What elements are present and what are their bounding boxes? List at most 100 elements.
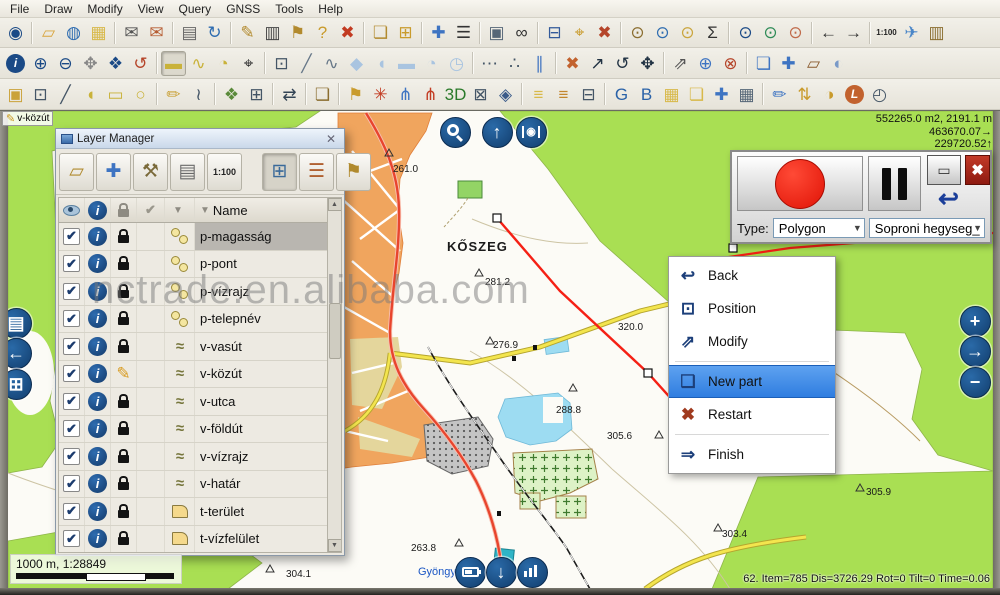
pan-right-button[interactable]: →: [960, 336, 991, 367]
name-column-header[interactable]: ▼Name: [195, 198, 327, 222]
pan-hand-icon[interactable]: ✥: [78, 51, 103, 76]
layer-row[interactable]: ✔≈v-vízrajz: [59, 443, 327, 471]
spline-edit-icon[interactable]: ≀: [186, 82, 211, 107]
active-layer-chip[interactable]: ✎ v-közút: [2, 111, 53, 126]
layer-name[interactable]: v-földút: [195, 416, 327, 443]
map-book-icon[interactable]: ▥: [924, 20, 949, 45]
view-back-icon[interactable]: ←: [816, 20, 841, 45]
layer-manager-titlebar[interactable]: Layer Manager ✕: [56, 129, 344, 149]
mail-send-icon[interactable]: ✉: [119, 20, 144, 45]
legend-button[interactable]: ☰: [299, 153, 334, 191]
info-column-header[interactable]: [85, 198, 111, 222]
measure-path-icon[interactable]: ∿: [186, 51, 211, 76]
snap-burst-icon[interactable]: ✳: [368, 82, 393, 107]
visibility-checkbox[interactable]: ✔: [59, 223, 85, 250]
close-button[interactable]: ✖: [965, 155, 990, 185]
symbol-column-header[interactable]: ▼: [165, 198, 195, 222]
select-circle-icon[interactable]: ○: [128, 82, 153, 107]
layer-row[interactable]: ✔✎≈v-közút: [59, 361, 327, 389]
query-zoom-icon[interactable]: ⊙: [675, 20, 700, 45]
lock-cell[interactable]: [111, 333, 137, 360]
context-item-modify[interactable]: ⇗Modify: [669, 325, 835, 358]
copy-window-icon[interactable]: ❏: [310, 82, 335, 107]
lock-cell[interactable]: [111, 306, 137, 333]
menu-file[interactable]: File: [4, 1, 38, 17]
measure-area-icon[interactable]: ◔: [211, 51, 236, 76]
type-dropdown[interactable]: Polygon ▼: [773, 218, 865, 238]
layer-name[interactable]: p-magasság: [195, 223, 327, 250]
delete-icon[interactable]: ✖: [592, 20, 617, 45]
edit-column-header[interactable]: ✔: [137, 198, 165, 222]
layer-info-button[interactable]: [85, 278, 111, 305]
mail-receive-icon[interactable]: ✉: [144, 20, 169, 45]
vertex-insert-icon[interactable]: ∴: [502, 51, 527, 76]
select-node-icon[interactable]: ⊡: [28, 82, 53, 107]
layer-info-button[interactable]: [85, 416, 111, 443]
info-icon[interactable]: i: [6, 54, 25, 73]
layer-settings-button[interactable]: ⚒: [133, 153, 168, 191]
draw-rect-icon[interactable]: ▬: [394, 51, 419, 76]
menu-tools[interactable]: Tools: [269, 1, 312, 17]
visibility-checkbox[interactable]: ✔: [59, 388, 85, 415]
pan-down-button[interactable]: ↓: [486, 557, 517, 588]
zoom-out-tool-icon[interactable]: ⊖: [53, 51, 78, 76]
power-icon[interactable]: ◉: [3, 20, 28, 45]
sync-icon[interactable]: ↻: [202, 20, 227, 45]
layer-name[interactable]: p-telepnév: [195, 306, 327, 333]
rotate-view-icon[interactable]: ↺: [128, 51, 153, 76]
device-sync-button[interactable]: ▤: [170, 153, 205, 191]
layer-name[interactable]: v-utca: [195, 388, 327, 415]
layer-row[interactable]: ✔≈v-földút: [59, 416, 327, 444]
visibility-column-header[interactable]: [59, 198, 85, 222]
visibility-checkbox[interactable]: ✔: [59, 333, 85, 360]
view-forward-icon[interactable]: →: [841, 20, 866, 45]
scroll-thumb[interactable]: [329, 303, 341, 359]
stamp-copy-icon[interactable]: ▣: [3, 82, 28, 107]
draw-arc-icon[interactable]: ◷: [444, 51, 469, 76]
lock-cell[interactable]: [111, 278, 137, 305]
layer-add-icon[interactable]: ✚: [709, 82, 734, 107]
context-item-new-part[interactable]: ❏New part: [669, 365, 835, 398]
lock-cell[interactable]: [111, 471, 137, 498]
add-sheets-icon[interactable]: ✚: [426, 20, 451, 45]
new-part-tool-icon[interactable]: ❏: [751, 51, 776, 76]
layer-scale-button[interactable]: 1:100: [207, 153, 242, 191]
lock-cell[interactable]: [111, 251, 137, 278]
layer-info-button[interactable]: [85, 251, 111, 278]
layer-info-button[interactable]: [85, 471, 111, 498]
context-item-finish[interactable]: ⇒Finish: [669, 438, 835, 471]
scale-preset-icon[interactable]: 1:100: [874, 20, 899, 45]
layer-name[interactable]: v-közút: [195, 361, 327, 388]
select-rect-icon[interactable]: ▭: [103, 82, 128, 107]
open-shape-icon[interactable]: ↗: [585, 51, 610, 76]
view-3d-icon[interactable]: 3D: [443, 82, 468, 107]
zoom-shape-icon[interactable]: ⊙: [783, 20, 808, 45]
layer-rotate-icon[interactable]: ≡: [551, 82, 576, 107]
zoom-tool-button[interactable]: [440, 117, 471, 148]
edit-form-icon[interactable]: ✎: [235, 20, 260, 45]
layer-info-button[interactable]: [85, 333, 111, 360]
layer-transfer-icon[interactable]: ⇅: [792, 82, 817, 107]
fold-map-icon[interactable]: ❖: [219, 82, 244, 107]
layer-name[interactable]: t-terület: [195, 498, 327, 525]
zoom-out-button[interactable]: −: [960, 367, 991, 398]
close-document-icon[interactable]: ✖: [335, 20, 360, 45]
measure-length-icon[interactable]: ▬: [161, 51, 186, 76]
save-icon[interactable]: ▦: [86, 20, 111, 45]
layer-info-button[interactable]: [85, 223, 111, 250]
layer-stack-icon[interactable]: ☰: [451, 20, 476, 45]
pan-up-button[interactable]: ↑: [482, 117, 513, 148]
layer-info-button[interactable]: [85, 526, 111, 553]
scroll-down-icon[interactable]: ▼: [328, 539, 342, 552]
scroll-up-icon[interactable]: ▲: [328, 198, 342, 211]
erase-icon[interactable]: ✖: [560, 51, 585, 76]
layer-save-icon[interactable]: ▦: [734, 82, 759, 107]
layer-row[interactable]: ✔p-pont: [59, 251, 327, 279]
lock-cell[interactable]: [111, 388, 137, 415]
layer-name[interactable]: p-pont: [195, 251, 327, 278]
profile-dropdown[interactable]: Soproni hegyseg_ ▼: [869, 218, 985, 238]
layer-row[interactable]: ✔p-telepnév: [59, 306, 327, 334]
grid-apply-icon[interactable]: ⊟: [576, 82, 601, 107]
visibility-checkbox[interactable]: ✔: [59, 278, 85, 305]
draw-line-icon[interactable]: ╱: [294, 51, 319, 76]
